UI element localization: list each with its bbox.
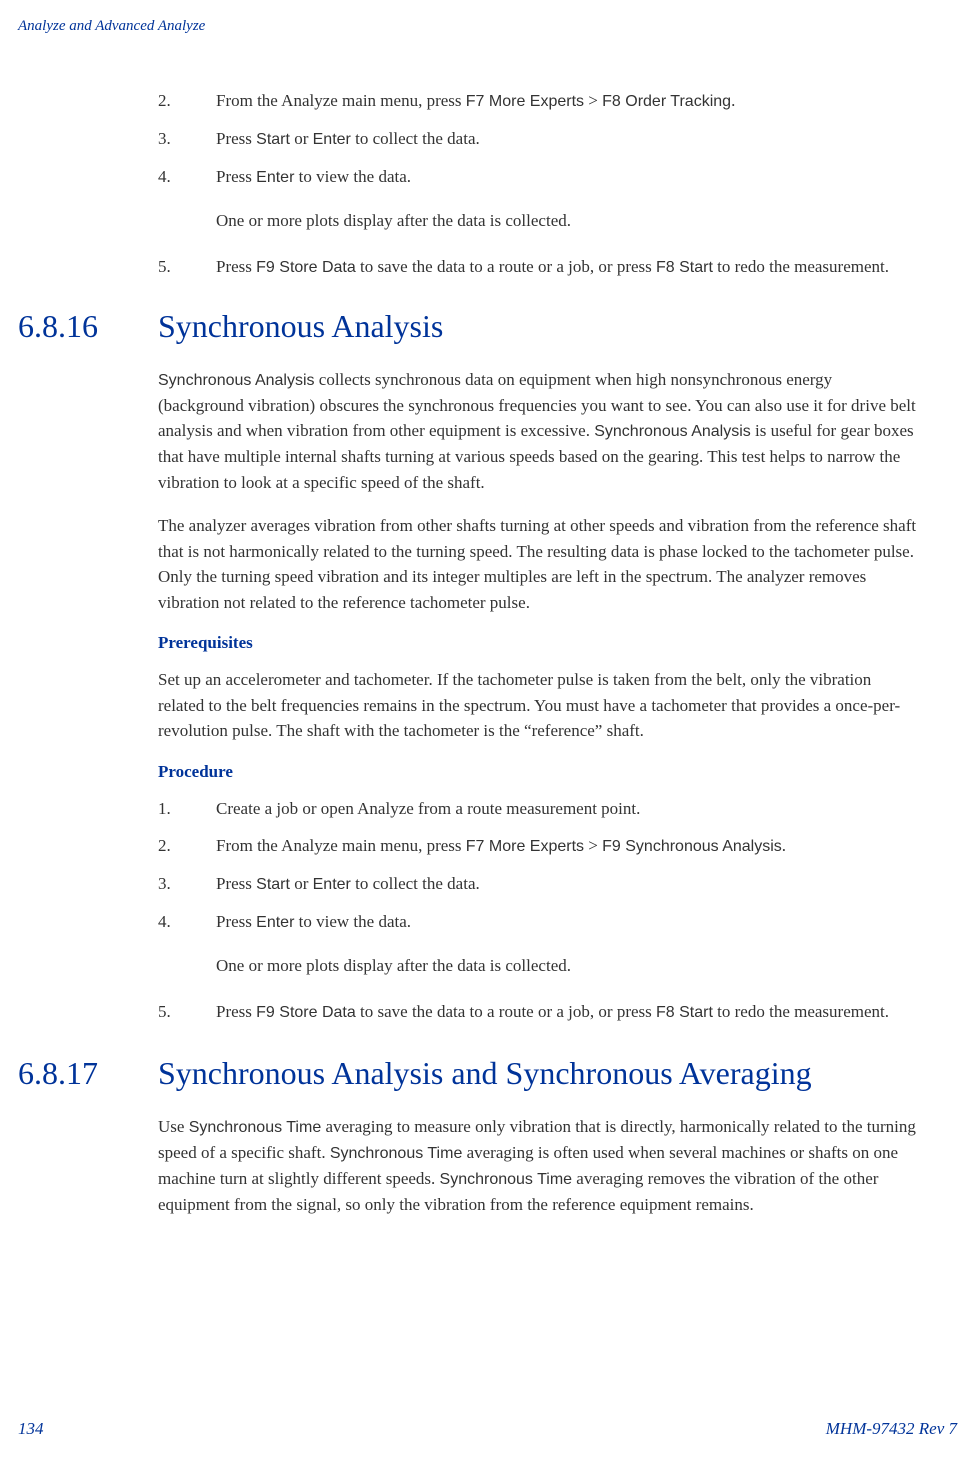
section-6-8-17: 6.8.17 Synchronous Analysis and Synchron… [18,1055,957,1218]
text: to view the data. [294,912,411,931]
text: Press [216,129,256,148]
page-header: Analyze and Advanced Analyze [18,18,205,35]
text: to collect the data. [351,874,480,893]
text: > [584,836,602,855]
ui-term: Start [256,876,290,893]
text: . [731,91,735,110]
ui-term: F7 More Experts [466,93,584,110]
text: > [584,91,602,110]
step-2: 2. From the Analyze main menu, press F7 … [158,88,918,114]
step-sub-text: One or more plots display after the data… [216,208,918,234]
paragraph: The analyzer averages vibration from oth… [158,513,918,615]
paragraph: Set up an accelerometer and tachometer. … [158,667,918,744]
ui-term: Start [256,131,290,148]
paragraph: Use Synchronous Time averaging to measur… [158,1114,918,1218]
ui-term: Enter [313,131,351,148]
step-number: 5. [158,254,216,280]
step-5: 5. Press F9 Store Data to save the data … [158,999,918,1025]
step-number: 3. [158,871,216,897]
ui-term: Synchronous Time [330,1145,463,1162]
ui-term: F9 Synchronous Analysis [602,838,782,855]
step-4: 4. Press Enter to view the data. One or … [158,164,918,242]
step-text: Press Enter to view the data. One or mor… [216,164,918,242]
step-number: 4. [158,164,216,242]
ui-term: F7 More Experts [466,838,584,855]
section-number: 6.8.17 [18,1055,98,1092]
ui-term: Enter [313,876,351,893]
ui-term: Synchronous Analysis [594,423,751,440]
ui-term: Synchronous Time [440,1171,573,1188]
step-1: 1. Create a job or open Analyze from a r… [158,796,918,822]
step-number: 2. [158,833,216,859]
text: Press [216,257,256,276]
text: Press [216,1002,256,1021]
prerequisites-heading: Prerequisites [158,633,918,653]
procedure-heading: Procedure [158,762,918,782]
section-title: Synchronous Analysis [158,308,918,345]
text: From the Analyze main menu, press [216,91,466,110]
ui-term: F8 Start [656,259,713,276]
text: to view the data. [294,167,411,186]
step-text: From the Analyze main menu, press F7 Mor… [216,833,918,859]
text: . [782,836,786,855]
paragraph: Synchronous Analysis collects synchronou… [158,367,918,496]
step-number: 4. [158,909,216,987]
text: to collect the data. [351,129,480,148]
step-number: 1. [158,796,216,822]
top-steps-list: 2. From the Analyze main menu, press F7 … [158,88,918,280]
ui-term: F9 Store Data [256,259,356,276]
ui-term: F8 Order Tracking [602,93,731,110]
step-3: 3. Press Start or Enter to collect the d… [158,871,918,897]
page-footer: 134 MHM-97432 Rev 7 [18,1419,957,1439]
step-sub-text: One or more plots display after the data… [216,953,918,979]
ui-term: Synchronous Analysis [158,372,315,389]
section-6-8-16: 6.8.16 Synchronous Analysis Synchronous … [18,308,957,1025]
text: to save the data to a route or a job, or… [356,1002,656,1021]
ui-term: Enter [256,169,294,186]
step-3: 3. Press Start or Enter to collect the d… [158,126,918,152]
step-text: Press Enter to view the data. One or mor… [216,909,918,987]
step-2: 2. From the Analyze main menu, press F7 … [158,833,918,859]
content-area: 2. From the Analyze main menu, press F7 … [18,88,957,1247]
text: or [290,129,313,148]
ui-term: F8 Start [656,1004,713,1021]
step-text: From the Analyze main menu, press F7 Mor… [216,88,918,114]
page-number: 134 [18,1419,44,1439]
step-number: 5. [158,999,216,1025]
step-number: 3. [158,126,216,152]
ui-term: Synchronous Time [189,1119,322,1136]
text: to redo the measurement. [713,1002,889,1021]
text: Use [158,1117,189,1136]
step-number: 2. [158,88,216,114]
text: Press [216,167,256,186]
doc-number: MHM-97432 Rev 7 [826,1419,957,1439]
step-5: 5. Press F9 Store Data to save the data … [158,254,918,280]
text: to save the data to a route or a job, or… [356,257,656,276]
step-text: Press F9 Store Data to save the data to … [216,999,918,1025]
section-body: Synchronous Analysis Synchronous Analysi… [158,308,918,1025]
step-text: Press F9 Store Data to save the data to … [216,254,918,280]
section-body: Synchronous Analysis and Synchronous Ave… [158,1055,918,1218]
step-4: 4. Press Enter to view the data. One or … [158,909,918,987]
text: to redo the measurement. [713,257,889,276]
text: Press [216,912,256,931]
ui-term: Enter [256,914,294,931]
step-text: Press Start or Enter to collect the data… [216,126,918,152]
text: From the Analyze main menu, press [216,836,466,855]
ui-term: F9 Store Data [256,1004,356,1021]
section-title: Synchronous Analysis and Synchronous Ave… [158,1055,918,1092]
step-text: Press Start or Enter to collect the data… [216,871,918,897]
text: Press [216,874,256,893]
step-text: Create a job or open Analyze from a rout… [216,796,918,822]
text: or [290,874,313,893]
section-number: 6.8.16 [18,308,98,345]
